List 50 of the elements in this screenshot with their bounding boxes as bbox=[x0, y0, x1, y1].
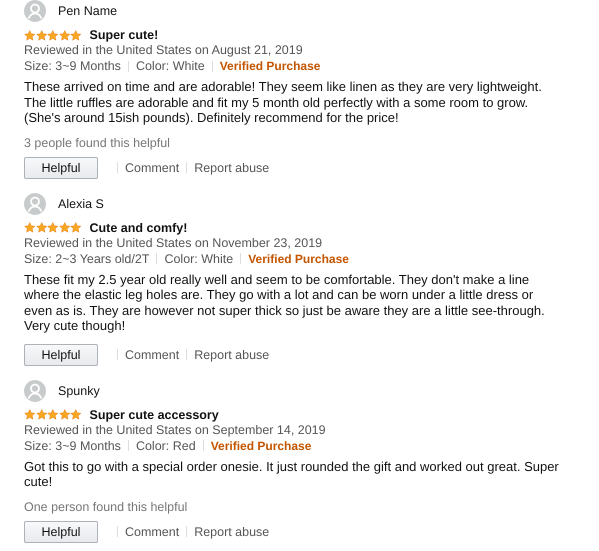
star-icon bbox=[70, 30, 82, 40]
report-abuse-link[interactable]: Report abuse bbox=[194, 348, 270, 362]
review-text: These fit my 2.5 year old really well and seem to be comfortable. They don't make a line where the elastic leg holes are. They go with a lot and can be worn under a little dress or even as is. They are however not super thick so just be aware they are a little see-through. Very cute though! bbox=[24, 272, 546, 334]
review-date: Reviewed in the United States on August 21, 2019 bbox=[24, 43, 304, 57]
review-date: Reviewed in the United States on November 23, 2019 bbox=[24, 236, 324, 250]
helpful-button[interactable]: Helpful bbox=[24, 520, 98, 542]
star-icon bbox=[47, 409, 58, 420]
star-icon bbox=[70, 222, 82, 233]
star-icon bbox=[47, 222, 58, 233]
star-icon bbox=[36, 30, 47, 40]
avatar-icon bbox=[24, 192, 46, 214]
star-icon bbox=[70, 409, 82, 420]
star-icon bbox=[58, 30, 70, 40]
helpful-button[interactable]: Helpful bbox=[24, 156, 98, 178]
review-title: Super cute! bbox=[90, 28, 158, 42]
star-icon bbox=[24, 30, 36, 40]
comment-link[interactable]: Comment bbox=[125, 524, 180, 538]
comment-link[interactable]: Comment bbox=[125, 348, 180, 362]
review-text: These arrived on time and are adorable! They seem like linen as they are very lightweight. The little ruffles are adorable and fit my 5 month old perfectly with a some room to grow. (She's around 15ish pounds). Definitely recommend for the price! bbox=[24, 79, 543, 126]
size-label: Size: 2~3 Years old/2T bbox=[24, 252, 150, 266]
star-icon bbox=[47, 30, 58, 40]
verified-purchase: Verified Purchase bbox=[248, 252, 349, 266]
star-icon bbox=[58, 409, 70, 420]
reviewer-name: Alexia S bbox=[58, 196, 104, 210]
avatar-icon bbox=[24, 0, 46, 22]
size-label: Size: 3~9 Months bbox=[24, 438, 121, 452]
helpful-button[interactable]: Helpful bbox=[24, 344, 98, 366]
review-title: Cute and comfy! bbox=[90, 220, 188, 234]
helpful-count: 3 people found this helpful bbox=[24, 136, 171, 150]
review-title: Super cute accessory bbox=[90, 408, 219, 422]
avatar-icon bbox=[24, 380, 46, 402]
review-text: Got this to go with a special order onesie. It just rounded the gift and worked out great. Super cute! bbox=[24, 458, 560, 490]
reviewer-name: Spunky bbox=[58, 384, 100, 398]
star-icon bbox=[58, 222, 70, 233]
verified-purchase: Verified Purchase bbox=[220, 59, 320, 73]
size-label: Size: 3~9 Months bbox=[24, 59, 121, 73]
comment-link[interactable]: Comment bbox=[125, 160, 180, 174]
verified-purchase: Verified Purchase bbox=[210, 438, 312, 452]
star-icon bbox=[36, 409, 47, 420]
star-icon bbox=[24, 409, 36, 420]
star-icon bbox=[36, 222, 47, 233]
star-icon bbox=[24, 222, 36, 233]
color-label: Color: White bbox=[136, 59, 205, 73]
report-abuse-link[interactable]: Report abuse bbox=[194, 160, 270, 174]
color-label: Color: White bbox=[164, 252, 234, 266]
color-label: Color: Red bbox=[136, 438, 196, 452]
review-date: Reviewed in the United States on September 14, 2019 bbox=[24, 422, 327, 436]
reviewer-name: Pen Name bbox=[58, 4, 118, 18]
report-abuse-link[interactable]: Report abuse bbox=[194, 524, 270, 538]
helpful-count: One person found this helpful bbox=[24, 500, 188, 514]
